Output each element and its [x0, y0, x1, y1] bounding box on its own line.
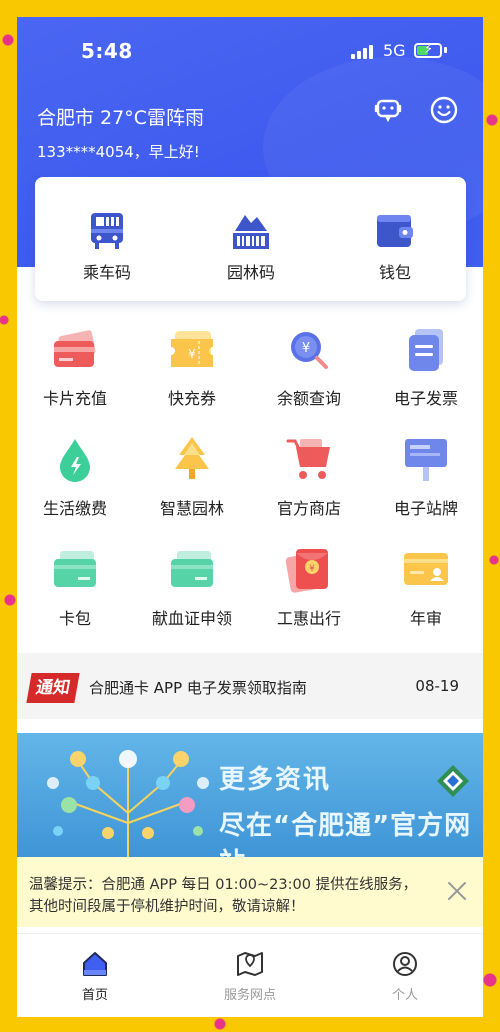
e-station-sign-icon: [405, 439, 447, 481]
card-pack-icon: [54, 551, 96, 587]
home-icon: [83, 952, 107, 976]
promo-banner[interactable]: 更多资讯 尽在“合肥通”官方网站: [17, 733, 483, 857]
carousel-indicator: [223, 849, 287, 857]
quick-actions-card: 乘车码 园林码 钱包: [35, 177, 466, 301]
quick-action-bus-code[interactable]: 乘车码: [37, 177, 177, 301]
service-label: 快充券: [167, 389, 216, 408]
weather-text: 合肥市 27°C雷阵雨: [37, 107, 204, 129]
hefeitong-logo-icon: [437, 765, 469, 797]
svg-text:¥: ¥: [302, 341, 310, 356]
quick-action-label: 钱包: [378, 263, 411, 282]
service-card-pack[interactable]: 卡包: [17, 545, 133, 645]
status-time: 5:48: [81, 39, 133, 63]
coupon-icon: ¥: [171, 331, 213, 367]
red-envelope-icon: ¥: [285, 549, 328, 593]
tab-home[interactable]: 首页: [35, 942, 155, 1003]
service-label: 余额查询: [276, 389, 341, 408]
park-code-icon: [233, 215, 269, 249]
e-invoice-icon: [409, 329, 443, 371]
service-label: 卡片充值: [42, 389, 107, 408]
status-bar: 5:48 5G ⚡: [17, 37, 483, 67]
service-label: 献血证申领: [151, 609, 232, 628]
service-label: 工惠出行: [276, 609, 341, 628]
tip-bar: 温馨提示：合肥通 APP 每日 01:00~23:00 提供在线服务， 其他时间…: [17, 857, 483, 927]
tech-tree-illustration: [47, 750, 209, 857]
banner-title: 更多资讯: [219, 765, 332, 795]
notice-date: 08-19: [415, 677, 459, 695]
balance-search-icon: ¥: [291, 332, 328, 369]
utility-payment-icon: [60, 439, 90, 482]
user-icon: [393, 952, 417, 976]
service-red-envelope-travel[interactable]: ¥ 工惠出行: [251, 545, 367, 645]
quick-action-park-code[interactable]: 园林码: [181, 177, 321, 301]
notice-bar[interactable]: 通知 合肥通卡 APP 电子发票领取指南 08-19: [17, 653, 483, 719]
tab-label: 服务网点: [223, 988, 276, 1003]
tab-service-points[interactable]: 服务网点: [190, 942, 310, 1003]
tip-text-line2: 其他时间段属于停机维护时间，敬请谅解！: [29, 899, 305, 915]
greeting-text: 133****4054，早上好!: [37, 143, 200, 161]
service-blood-donation-card[interactable]: 献血证申领: [134, 545, 250, 645]
service-card-recharge[interactable]: 卡片充值: [17, 325, 133, 425]
card-recharge-icon: [54, 330, 96, 367]
map-icon: [237, 952, 263, 976]
tab-profile[interactable]: 个人: [345, 942, 465, 1003]
service-official-shop[interactable]: 官方商店: [251, 435, 367, 535]
quick-action-label: 乘车码: [82, 263, 131, 282]
network-type: 5G: [383, 41, 406, 60]
bus-qr-icon: [91, 213, 123, 249]
signal-icon: [351, 45, 373, 59]
svg-text:¥: ¥: [309, 564, 315, 574]
smile-feedback-icon[interactable]: [429, 95, 459, 125]
service-smart-park[interactable]: 智慧园林: [134, 435, 250, 535]
shop-cart-icon: [286, 439, 330, 479]
service-label: 卡包: [58, 609, 91, 628]
notice-tag: 通知: [26, 673, 80, 703]
quick-action-wallet[interactable]: 钱包: [325, 177, 465, 301]
service-e-station-sign[interactable]: 电子站牌: [368, 435, 483, 535]
close-icon[interactable]: [445, 879, 469, 903]
annual-review-icon: [404, 553, 448, 585]
service-label: 生活缴费: [42, 499, 107, 518]
app-screen: 5:48 5G ⚡ 合肥市 27°C雷阵雨 133****4054，早上好! 乘…: [17, 17, 483, 1017]
service-annual-review[interactable]: 年审: [368, 545, 483, 645]
smart-park-icon: [175, 437, 209, 479]
notice-text: 合肥通卡 APP 电子发票领取指南: [89, 679, 307, 697]
battery-icon: ⚡: [414, 42, 442, 58]
service-e-invoice[interactable]: 电子发票: [368, 325, 483, 425]
service-label: 官方商店: [276, 499, 341, 518]
tip-text-line1: 温馨提示：合肥通 APP 每日 01:00~23:00 提供在线服务，: [29, 877, 418, 893]
service-label: 电子站牌: [393, 499, 458, 518]
bottom-tab-bar: 首页 服务网点 个人: [17, 933, 483, 1017]
service-label: 智慧园林: [159, 499, 224, 518]
service-coupon[interactable]: ¥ 快充券: [134, 325, 250, 425]
tab-label: 个人: [391, 988, 418, 1003]
customer-service-icon[interactable]: [373, 95, 403, 125]
svg-text:¥: ¥: [188, 347, 196, 361]
quick-action-label: 园林码: [226, 263, 275, 282]
blood-donation-card-icon: [171, 551, 213, 587]
service-label: 电子发票: [393, 389, 458, 408]
tab-label: 首页: [81, 988, 108, 1003]
service-utility-payment[interactable]: 生活缴费: [17, 435, 133, 535]
service-label: 年审: [409, 609, 442, 628]
service-balance-search[interactable]: ¥ 余额查询: [251, 325, 367, 425]
wallet-icon: [377, 215, 413, 247]
